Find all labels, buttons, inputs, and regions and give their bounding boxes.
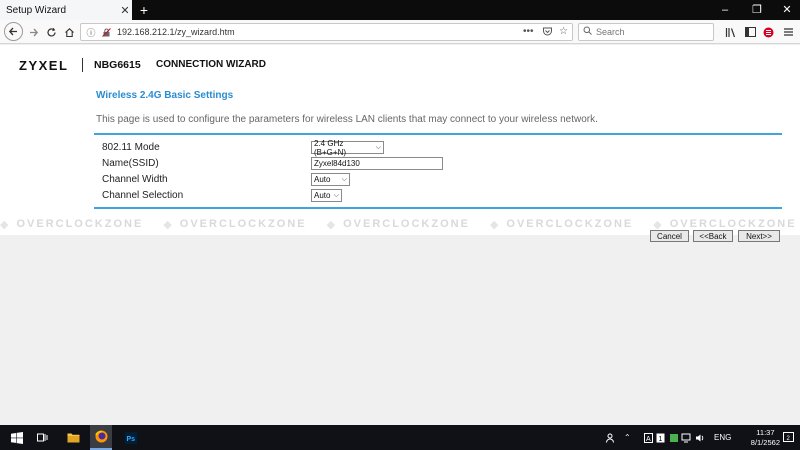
- back-arrow-icon[interactable]: [4, 22, 23, 41]
- addon-icon[interactable]: [759, 23, 777, 41]
- wizard-content: Wireless 2.4G Basic Settings This page i…: [0, 85, 800, 235]
- lock-icon: [100, 26, 112, 38]
- new-tab-icon[interactable]: +: [136, 1, 152, 19]
- windows-start-icon[interactable]: [6, 425, 28, 450]
- brand-logo: ZYXEL: [19, 58, 69, 73]
- ssid-row: Name(SSID) Zyxel84d130: [102, 157, 772, 172]
- ssid-label: Name(SSID): [102, 158, 159, 169]
- browser-tab[interactable]: Setup Wizard ✕: [0, 0, 132, 20]
- windows-taskbar: Ps ⌃ A 1 ENG 11:37 8/1/2562 2: [0, 425, 800, 450]
- url-text: 192.168.212.1/zy_wizard.htm: [117, 27, 235, 37]
- window-close-icon[interactable]: ✕: [772, 0, 800, 20]
- settings-panel: 802.11 Mode 2.4 GHz (B+G+N) ⌵ Name(SSID)…: [94, 133, 782, 209]
- channel-selection-select[interactable]: Auto ⌵: [311, 189, 342, 202]
- maximize-icon[interactable]: ❐: [742, 0, 772, 20]
- taskbar-clock[interactable]: 11:37 8/1/2562: [751, 428, 780, 448]
- clock-time: 11:37: [756, 428, 775, 437]
- forward-arrow-icon[interactable]: [24, 23, 42, 41]
- header-divider: [82, 58, 83, 72]
- watermark-text: OVERCLOCKZONE: [16, 218, 144, 230]
- section-description: This page is used to configure the param…: [96, 114, 598, 125]
- search-icon: [583, 26, 592, 38]
- chevron-up-icon[interactable]: ⌃: [624, 425, 631, 450]
- photoshop-icon[interactable]: Ps: [120, 425, 142, 450]
- watermark-text: OVERCLOCKZONE: [343, 218, 470, 230]
- wizard-title: CONNECTION WIZARD: [156, 59, 266, 70]
- mode-row: 802.11 Mode 2.4 GHz (B+G+N) ⌵: [102, 138, 772, 157]
- watermark-text: OVERCLOCKZONE: [669, 218, 797, 230]
- browser-navbar: ⓘ 192.168.212.1/zy_wizard.htm ••• ☆: [0, 20, 800, 44]
- channel-width-value: Auto: [314, 175, 331, 184]
- menu-icon[interactable]: [779, 23, 797, 41]
- people-icon[interactable]: [606, 425, 616, 450]
- back-button[interactable]: <<Back: [693, 230, 733, 242]
- chevron-down-icon: ⌵: [333, 191, 339, 199]
- star-icon[interactable]: ☆: [559, 26, 568, 37]
- tray-app-icon[interactable]: [669, 425, 679, 450]
- tray-app-icon[interactable]: A: [644, 425, 653, 450]
- more-icon[interactable]: •••: [523, 26, 534, 37]
- browser-titlebar: Setup Wizard ✕ + – ❐ ✕: [0, 0, 800, 20]
- clock-date: 8/1/2562: [750, 438, 780, 447]
- chevron-down-icon: ⌵: [375, 143, 381, 151]
- volume-icon[interactable]: [695, 425, 705, 450]
- notification-icon[interactable]: 2: [783, 425, 794, 450]
- channel-width-label: Channel Width: [102, 174, 168, 185]
- watermark-text: OVERCLOCKZONE: [179, 218, 307, 230]
- search-bar[interactable]: [578, 23, 714, 41]
- channel-width-select[interactable]: Auto ⌵: [311, 173, 350, 186]
- channel-width-row: Channel Width Auto ⌵: [102, 173, 772, 188]
- sidebar-icon[interactable]: [741, 23, 759, 41]
- reload-icon[interactable]: [42, 23, 60, 41]
- mode-select[interactable]: 2.4 GHz (B+G+N) ⌵: [311, 138, 384, 157]
- svg-text:A: A: [646, 436, 651, 443]
- minimize-icon[interactable]: –: [710, 0, 740, 20]
- search-input[interactable]: [596, 27, 706, 37]
- svg-text:1: 1: [659, 436, 663, 443]
- pocket-icon[interactable]: [542, 26, 553, 40]
- home-icon[interactable]: [60, 23, 78, 41]
- next-button[interactable]: Next>>: [738, 230, 780, 242]
- network-icon[interactable]: [681, 425, 691, 450]
- task-view-icon[interactable]: [32, 425, 54, 450]
- info-icon[interactable]: ⓘ: [85, 26, 97, 38]
- close-icon[interactable]: ✕: [118, 4, 132, 17]
- page-viewport: ZYXEL NBG6615 CONNECTION WIZARD Wireless…: [0, 45, 800, 425]
- section-title: Wireless 2.4G Basic Settings: [96, 90, 234, 101]
- cancel-button[interactable]: Cancel: [650, 230, 689, 242]
- channel-selection-value: Auto: [314, 191, 331, 200]
- tray-app-icon[interactable]: 1: [656, 425, 665, 450]
- library-icon[interactable]: [722, 23, 740, 41]
- watermark-text: OVERCLOCKZONE: [506, 218, 634, 230]
- router-header: ZYXEL NBG6615 CONNECTION WIZARD: [0, 45, 800, 85]
- ssid-input-value: Zyxel84d130: [314, 159, 360, 168]
- model-name: NBG6615: [94, 59, 141, 71]
- channel-selection-row: Channel Selection Auto ⌵: [102, 189, 772, 204]
- firefox-taskbar-icon[interactable]: [90, 425, 112, 450]
- mode-label: 802.11 Mode: [102, 142, 160, 153]
- channel-selection-label: Channel Selection: [102, 190, 184, 201]
- language-indicator[interactable]: ENG: [714, 425, 731, 450]
- chevron-down-icon: ⌵: [341, 175, 347, 183]
- mode-select-value: 2.4 GHz (B+G+N): [314, 138, 347, 157]
- address-bar[interactable]: ⓘ 192.168.212.1/zy_wizard.htm ••• ☆: [80, 23, 573, 41]
- file-explorer-icon[interactable]: [62, 425, 84, 450]
- svg-text:Ps: Ps: [127, 436, 136, 443]
- ssid-input[interactable]: Zyxel84d130: [311, 157, 443, 170]
- tab-title: Setup Wizard: [6, 4, 67, 16]
